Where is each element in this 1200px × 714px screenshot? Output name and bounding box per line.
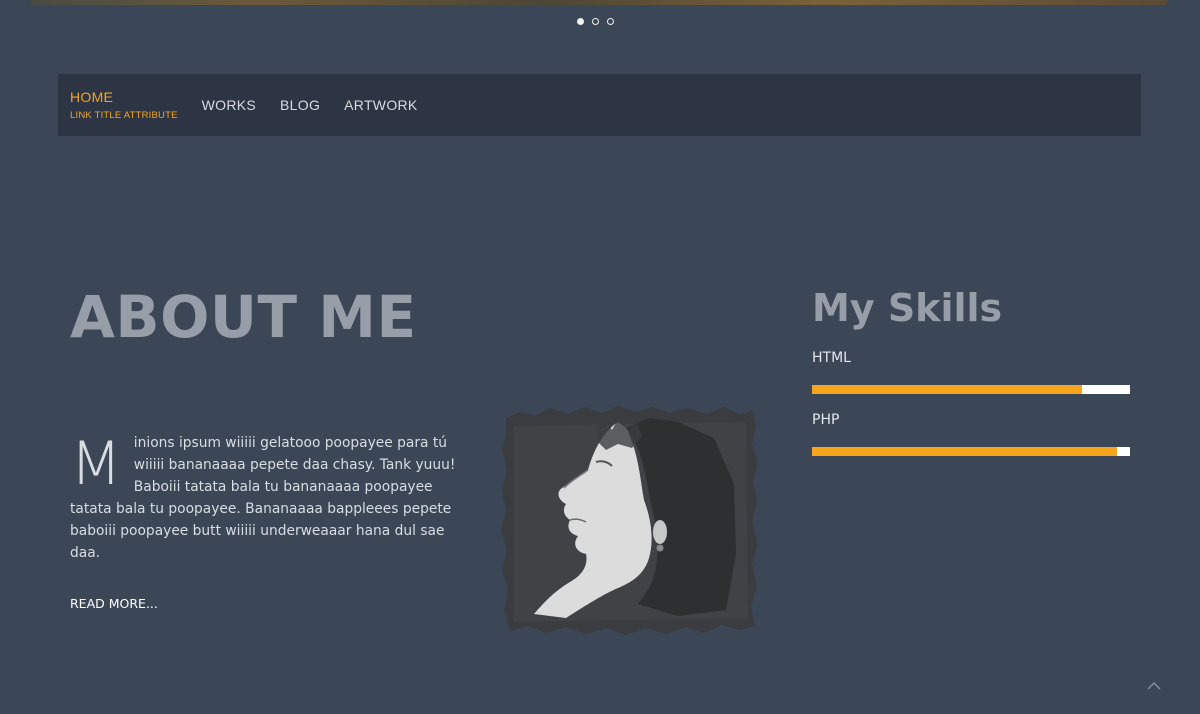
skill-fill-php <box>812 447 1118 456</box>
slider-image-strip <box>30 0 1168 5</box>
skill-label-html: HTML <box>812 350 851 366</box>
about-body: inions ipsum wiiiii gelatooo poopayee pa… <box>70 435 456 561</box>
nav-item-works[interactable]: WORKS <box>202 97 256 113</box>
main-nav: HOME LINK TITLE ATTRIBUTE WORKS BLOG ART… <box>58 74 1141 136</box>
nav-item-artwork[interactable]: ARTWORK <box>344 97 417 113</box>
nav-item-home-subtitle: LINK TITLE ATTRIBUTE <box>70 110 178 121</box>
portrait-image <box>501 406 758 635</box>
nav-item-blog[interactable]: BLOG <box>280 97 320 113</box>
about-dropcap: M <box>70 429 122 499</box>
slider-dot-2[interactable] <box>592 18 599 25</box>
nav-item-home[interactable]: HOME LINK TITLE ATTRIBUTE <box>70 89 178 121</box>
chevron-up-icon[interactable] <box>1147 679 1161 693</box>
slider-pagination <box>577 18 614 25</box>
skill-bar-php <box>812 447 1130 456</box>
skills-title: My Skills <box>812 286 1003 330</box>
skill-fill-html <box>812 385 1083 394</box>
about-text: Minions ipsum wiiiii gelatooo poopayee p… <box>70 432 460 564</box>
page: HOME LINK TITLE ATTRIBUTE WORKS BLOG ART… <box>0 0 1200 714</box>
nav-item-home-label: HOME <box>70 89 114 105</box>
read-more-link[interactable]: READ MORE... <box>70 596 158 611</box>
slider-dot-3[interactable] <box>607 18 614 25</box>
skill-label-php: PHP <box>812 412 840 428</box>
slider-dot-1[interactable] <box>577 18 584 25</box>
about-title: ABOUT ME <box>70 283 417 351</box>
skill-bar-html <box>812 385 1130 394</box>
